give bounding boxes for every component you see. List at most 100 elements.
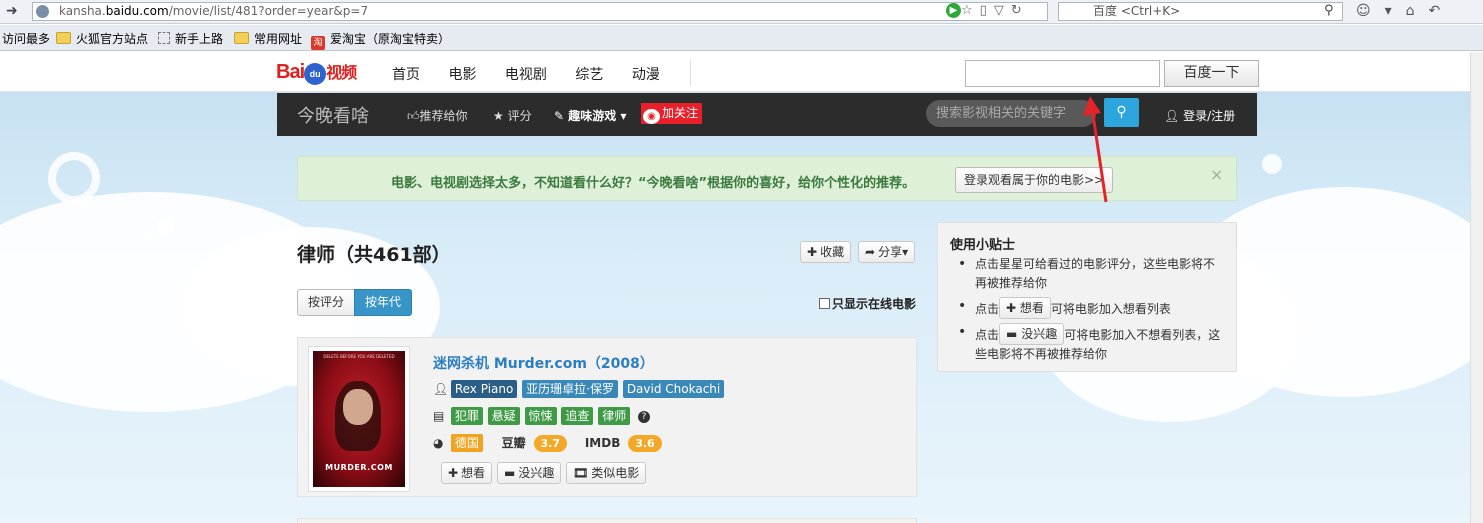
- nav-tv[interactable]: 电视剧: [505, 67, 547, 83]
- addon-icon[interactable]: ☺: [1356, 3, 1385, 19]
- magnifier-icon[interactable]: ⚲: [1324, 3, 1334, 18]
- darkbar-search-input[interactable]: 搜索影视相关的关键字: [926, 100, 1096, 127]
- folder-icon: [56, 32, 71, 44]
- tip-not-interested-label: 没兴趣: [1021, 327, 1058, 341]
- region-tag[interactable]: 德国: [450, 434, 483, 452]
- logo-video: 视频: [326, 65, 357, 82]
- bookmark-getting-started[interactable]: 新手上路: [158, 31, 223, 47]
- baidu-search-button[interactable]: 百度一下: [1164, 60, 1259, 87]
- arrow-head: [1083, 96, 1101, 116]
- nav-variety[interactable]: 综艺: [575, 67, 603, 83]
- tips-panel: 使用小贴士 点击星星可给看过的电影评分，这些电影将不再被推荐给你 点击✚ 想看可…: [937, 222, 1237, 372]
- games-menu[interactable]: ✎ 趣味游戏 ▾: [554, 107, 626, 124]
- login-link[interactable]: 👤︎ 登录/注册: [1164, 107, 1235, 124]
- search-engine-field[interactable]: 百度 <Ctrl+K>: [1058, 2, 1343, 21]
- globe-region-icon: ◕: [433, 436, 444, 450]
- not-interested-button[interactable]: ▬ 没兴趣: [497, 462, 562, 484]
- sort-by-rating-tab[interactable]: 按评分: [297, 289, 356, 316]
- want-to-watch-button[interactable]: ✚ 想看: [441, 462, 493, 484]
- dropdown-icon[interactable]: ▽: [994, 3, 1011, 18]
- baidu-video-logo[interactable]: Bai du 视频: [276, 60, 357, 85]
- bookmark-firefox[interactable]: 火狐官方站点: [56, 31, 148, 47]
- bookmark-common[interactable]: 常用网址: [234, 31, 302, 47]
- movie-card-next: [297, 518, 917, 523]
- page-icon: [158, 32, 170, 44]
- douban-score: 3.7: [533, 435, 568, 452]
- movie-card: DELETE BEFORE YOU ARE DELETED MURDER.COM…: [297, 337, 917, 497]
- recommend-link[interactable]: 👍︎推荐给你: [407, 107, 468, 124]
- tip-not-interested-button[interactable]: ▬ 没兴趣: [999, 323, 1065, 345]
- actors-row: 👤︎ Rex Piano 亚历珊卓拉·保罗 David Chokachi: [433, 380, 725, 398]
- plus-icon: ✚: [448, 466, 459, 480]
- collect-button[interactable]: ✚ 收藏: [800, 241, 852, 263]
- genre-tag[interactable]: 追查: [561, 407, 594, 425]
- list-icon: ▤: [433, 409, 445, 423]
- toolbar-icons: ☺▾⌂↶: [1356, 3, 1454, 19]
- share-icon: ➦: [865, 245, 876, 259]
- genres-row: ▤ 犯罪 悬疑 惊悚 追查 律师 ?: [433, 407, 651, 425]
- tip-want-button[interactable]: ✚ 想看: [999, 297, 1051, 319]
- reload-icon[interactable]: ↻: [1011, 3, 1029, 18]
- back-arrow-icon[interactable]: ➜: [6, 3, 18, 19]
- genre-tag[interactable]: 悬疑: [487, 407, 520, 425]
- tonight-watch-title[interactable]: 今晚看啥: [297, 102, 369, 128]
- bookmark-taobao[interactable]: 淘爱淘宝（原淘宝特卖）: [311, 31, 450, 50]
- page-scrollbar[interactable]: [1470, 52, 1483, 523]
- bookmark-label: 新手上路: [175, 32, 224, 46]
- logo-bai: Bai: [276, 61, 305, 83]
- genre-tag[interactable]: 惊悚: [524, 407, 557, 425]
- url-field[interactable]: kansha.baidu.com/movie/list/481?order=ye…: [32, 2, 1048, 21]
- menu-dropdown-icon[interactable]: ▾: [1385, 3, 1406, 19]
- tip-want-label: 想看: [1019, 301, 1044, 315]
- share-button[interactable]: ➦ 分享▾: [858, 241, 916, 263]
- bookmark-label: 火狐官方站点: [76, 32, 149, 46]
- rate-link[interactable]: ★ 评分: [493, 107, 532, 124]
- tip-text: 点击: [975, 328, 1000, 342]
- tip-item: 点击星星可给看过的电影评分，这些电影将不再被推荐给你: [956, 255, 1226, 293]
- taobao-icon: 淘: [311, 36, 325, 50]
- actor-tag[interactable]: Rex Piano: [450, 380, 518, 398]
- genre-tag[interactable]: 律师: [598, 407, 631, 425]
- tip-text: 可将电影加入想看列表: [1050, 302, 1171, 316]
- nav-movie[interactable]: 电影: [448, 67, 476, 83]
- actor-tag[interactable]: David Chokachi: [622, 380, 725, 398]
- url-prefix: kansha.: [59, 4, 106, 18]
- tip-item: 点击✚ 想看可将电影加入想看列表: [956, 297, 1226, 319]
- top-search-input[interactable]: [965, 60, 1160, 87]
- weibo-follow-button[interactable]: ◉ 加关注: [641, 103, 703, 124]
- decoration-dot: [1262, 154, 1282, 174]
- checkbox-box[interactable]: [819, 298, 830, 309]
- actor-tag[interactable]: 亚历珊卓拉·保罗: [522, 380, 618, 398]
- magnifier-icon: ⚲: [1116, 104, 1127, 120]
- globe-icon: [36, 5, 49, 18]
- nav-home[interactable]: 首页: [392, 67, 420, 83]
- home-icon[interactable]: ⌂: [1406, 3, 1429, 19]
- annotation-arrow: [1083, 96, 1108, 203]
- movie-title-link[interactable]: 迷网杀机 Murder.com（2008）: [433, 353, 654, 373]
- star-icon[interactable]: ☆: [961, 3, 980, 18]
- online-only-checkbox[interactable]: 只显示在线电影: [819, 295, 916, 312]
- undo-icon[interactable]: ↶: [1429, 3, 1455, 19]
- bookmarks-bar: 访问最多 火狐官方站点 新手上路 常用网址 淘爱淘宝（原淘宝特卖）: [0, 25, 1483, 51]
- games-icon: ✎: [554, 109, 565, 123]
- not-interested-label: 没兴趣: [518, 466, 555, 480]
- close-icon[interactable]: ×: [1210, 165, 1223, 184]
- similar-movies-button[interactable]: 🎞︎ 类似电影: [566, 462, 647, 484]
- browser-toolbar: ➜ kansha.baidu.com/movie/list/481?order=…: [0, 0, 1483, 24]
- question-icon[interactable]: ?: [638, 411, 651, 423]
- genre-tag[interactable]: 犯罪: [450, 407, 483, 425]
- caret-down-icon: ▾: [902, 245, 909, 259]
- movie-poster[interactable]: DELETE BEFORE YOU ARE DELETED MURDER.COM: [308, 346, 410, 492]
- douban-label: 豆瓣: [501, 436, 526, 450]
- decoration-dot: [143, 232, 152, 241]
- sort-by-year-tab[interactable]: 按年代: [354, 289, 413, 316]
- minus-icon: ▬: [504, 466, 516, 480]
- region-score-row: ◕ 德国 豆瓣 3.7 IMDB 3.6: [433, 434, 662, 452]
- nav-anime[interactable]: 动漫: [632, 67, 660, 83]
- go-icon[interactable]: ▶: [946, 3, 961, 18]
- web-page: Bai du 视频 首页 电影 电视剧 综艺 动漫 百度一下 今晚看啥 👍︎推荐给你…: [0, 52, 1470, 523]
- bookmark-most-visited[interactable]: 访问最多: [2, 31, 50, 47]
- poster-title: MURDER.COM: [325, 463, 393, 472]
- follow-label: 加关注: [662, 106, 699, 120]
- phone-icon[interactable]: ▯: [980, 3, 994, 18]
